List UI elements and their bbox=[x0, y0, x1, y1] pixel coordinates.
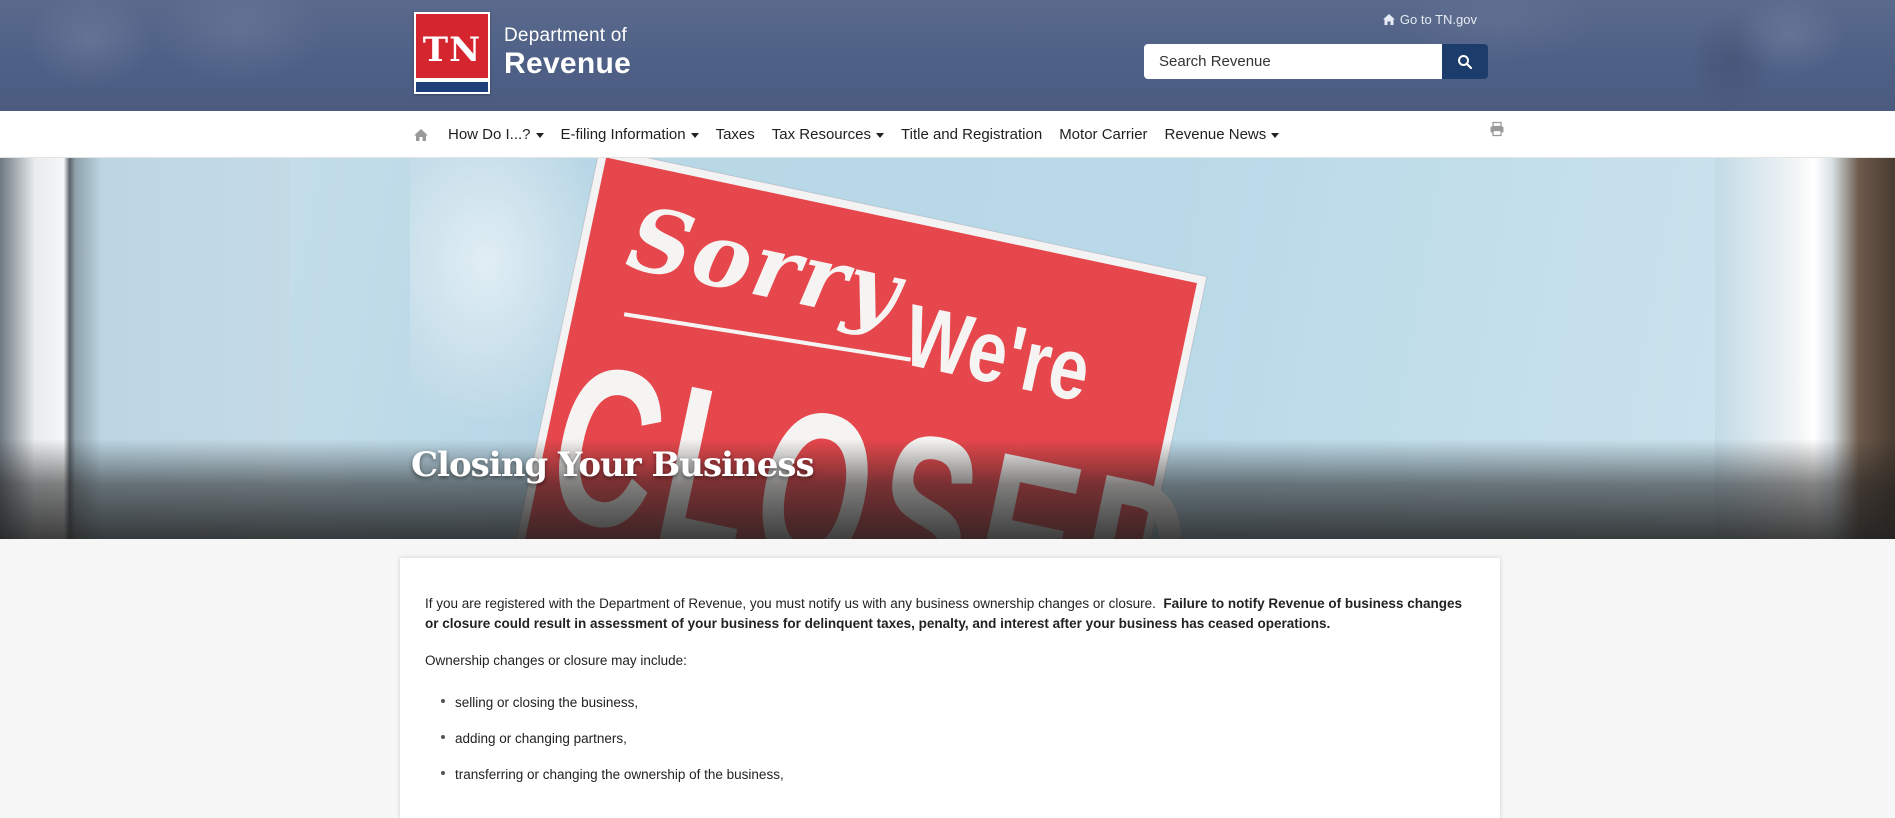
home-icon bbox=[1382, 14, 1395, 25]
goto-tn-gov-link[interactable]: Go to TN.gov bbox=[1382, 12, 1477, 27]
nav-item-label: Motor Carrier bbox=[1059, 126, 1148, 143]
list-item: selling or closing the business, bbox=[440, 693, 784, 729]
header-background bbox=[0, 0, 1895, 111]
nav-item-label: Tax Resources bbox=[771, 126, 871, 143]
nav-home-link[interactable] bbox=[413, 128, 429, 142]
nav-item-label: Title and Registration bbox=[901, 126, 1043, 143]
nav-item-label: How Do I...? bbox=[448, 126, 531, 143]
nav-item-revenue-news[interactable]: Revenue News bbox=[1165, 126, 1280, 143]
caret-down-icon bbox=[876, 133, 884, 138]
nav-item-label: Taxes bbox=[715, 126, 755, 143]
search-icon bbox=[1458, 54, 1473, 69]
print-icon bbox=[1490, 121, 1504, 137]
hero-banner: Sorry We're CLOSED Closing Your Business bbox=[0, 158, 1895, 539]
list-item: adding or changing partners, bbox=[440, 729, 784, 765]
search-button[interactable] bbox=[1442, 44, 1488, 79]
intro-paragraph: If you are registered with the Departmen… bbox=[425, 594, 1475, 634]
tn-logo-text: TN bbox=[422, 30, 482, 70]
hero-shade bbox=[0, 439, 1895, 539]
logo-line2: Revenue bbox=[504, 47, 632, 80]
main-nav: How Do I...? E-filing Information Taxes … bbox=[0, 111, 1895, 158]
site-header: TN Department of Revenue Go to TN.gov bbox=[0, 0, 1895, 111]
intro-plain-text: If you are registered with the Departmen… bbox=[425, 596, 1156, 611]
nav-item-how-do-i[interactable]: How Do I...? bbox=[448, 126, 544, 143]
search-input[interactable] bbox=[1144, 44, 1442, 79]
nav-item-e-filing[interactable]: E-filing Information bbox=[561, 126, 699, 143]
nav-item-tax-resources[interactable]: Tax Resources bbox=[772, 126, 884, 143]
caret-down-icon bbox=[1271, 133, 1280, 138]
print-button[interactable] bbox=[1489, 121, 1505, 137]
nav-item-title-registration[interactable]: Title and Registration bbox=[901, 126, 1042, 143]
logo-line1: Department of bbox=[504, 25, 627, 46]
nav-item-label: E-filing Information bbox=[560, 126, 686, 143]
caret-down-icon bbox=[535, 133, 544, 138]
ownership-change-list: selling or closing the business, adding … bbox=[440, 693, 784, 801]
ownership-lead: Ownership changes or closure may include… bbox=[425, 653, 687, 668]
goto-label: Go to TN.gov bbox=[1399, 12, 1477, 27]
page-title: Closing Your Business bbox=[411, 445, 815, 485]
content-card: If you are registered with the Departmen… bbox=[400, 558, 1500, 818]
home-icon bbox=[414, 128, 428, 141]
nav-item-motor-carrier[interactable]: Motor Carrier bbox=[1059, 126, 1147, 143]
logo-wordmark: Department of Revenue bbox=[504, 25, 631, 81]
nav-item-label: Revenue News bbox=[1164, 126, 1267, 143]
search-form bbox=[1144, 44, 1488, 79]
caret-down-icon bbox=[690, 133, 699, 138]
department-logo[interactable]: TN Department of Revenue bbox=[414, 12, 631, 94]
list-item: transferring or changing the ownership o… bbox=[440, 765, 784, 801]
tn-logo-mark: TN bbox=[414, 12, 490, 94]
nav-item-taxes[interactable]: Taxes bbox=[716, 126, 755, 143]
